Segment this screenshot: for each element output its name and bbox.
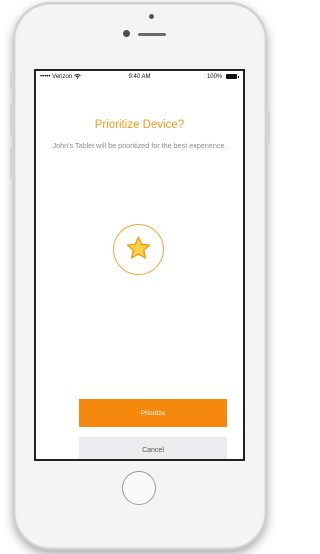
dialog-subtitle: John's Tablet will be prioritized for th… bbox=[52, 141, 227, 150]
volume-up-button bbox=[10, 103, 14, 135]
earpiece-speaker bbox=[138, 33, 166, 36]
star-icon bbox=[126, 236, 151, 259]
star-badge bbox=[113, 224, 164, 275]
volume-down-button bbox=[10, 147, 14, 179]
status-battery: 100% bbox=[206, 74, 239, 81]
power-button bbox=[266, 110, 270, 144]
battery-icon bbox=[226, 74, 239, 79]
cancel-button[interactable]: Cancel bbox=[79, 437, 227, 459]
status-bar: ••••• Verizon 9:40 AM 100% bbox=[36, 71, 243, 85]
home-button[interactable] bbox=[122, 471, 156, 505]
front-sensor bbox=[149, 14, 154, 19]
dialog-title: Prioritize Device? bbox=[94, 119, 185, 131]
mute-switch bbox=[10, 72, 14, 90]
prioritize-button[interactable]: Prioritze bbox=[79, 399, 227, 427]
front-camera bbox=[123, 30, 130, 37]
screen: ••••• Verizon 9:40 AM 100% Prioritize De… bbox=[34, 69, 245, 461]
battery-percent: 100% bbox=[206, 74, 223, 81]
